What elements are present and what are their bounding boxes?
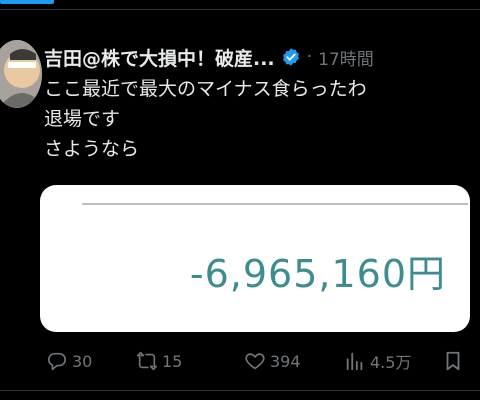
views-chart-icon xyxy=(346,352,363,371)
repost-icon xyxy=(137,351,157,371)
avatar-image xyxy=(0,40,42,108)
media-divider xyxy=(82,203,468,205)
reply-count: 30 xyxy=(72,351,93,371)
bottom-divider xyxy=(0,390,480,391)
author-name[interactable]: 吉田@株で大損中！破産... xyxy=(44,44,275,71)
tab-active-indicator xyxy=(0,0,54,4)
post-separator: · xyxy=(306,47,313,67)
bookmark-button[interactable] xyxy=(442,345,464,377)
heart-icon xyxy=(245,353,265,370)
like-button[interactable]: 394 xyxy=(244,345,301,377)
post-text-line: 退場です xyxy=(44,108,121,130)
avatar[interactable] xyxy=(0,40,42,108)
repost-button[interactable]: 15 xyxy=(136,345,182,377)
post-media-image[interactable]: -6,965,160円 xyxy=(40,185,470,332)
like-count: 394 xyxy=(270,351,301,371)
reply-button[interactable]: 30 xyxy=(46,345,92,377)
top-divider xyxy=(0,9,480,10)
action-bar: 30 15 394 4.5万 xyxy=(40,345,480,377)
media-amount: -6,965,160円 xyxy=(189,252,446,296)
post-text-line: さようなら xyxy=(44,138,140,160)
verified-badge-icon xyxy=(281,47,301,67)
reply-icon xyxy=(47,352,67,371)
views-count: 4.5万 xyxy=(370,353,412,372)
bookmark-icon xyxy=(446,351,460,371)
post-text-line: ここ最近で最大のマイナス食らったわ xyxy=(44,78,367,100)
post-time[interactable]: 17時間 xyxy=(318,45,374,70)
post-header: 吉田@株で大損中！破産... · 17時間 xyxy=(44,44,374,70)
repost-count: 15 xyxy=(162,351,183,371)
post-text: ここ最近で最大のマイナス食らったわ 退場です さようなら xyxy=(44,74,480,164)
views-button[interactable]: 4.5万 xyxy=(344,345,411,377)
